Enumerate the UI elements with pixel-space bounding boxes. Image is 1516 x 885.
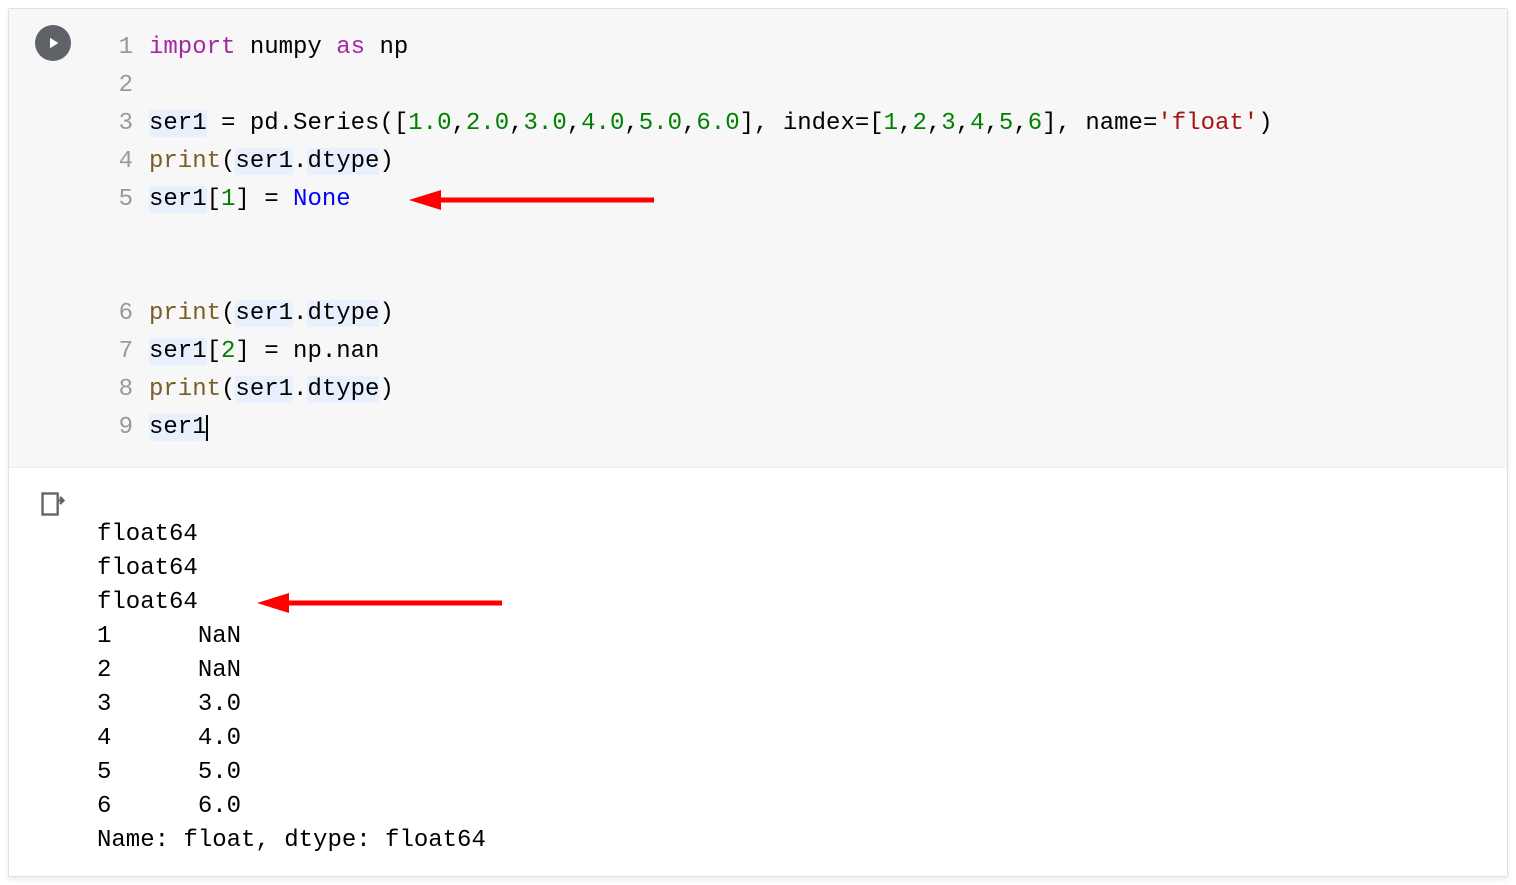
cell-output-area: float64 float64 float64 1 NaN 2 NaN 3 3.… [9,468,1507,876]
annotation-arrow-icon [247,588,507,618]
notebook-cell: 1 import numpy as np 2 3 ser1 = pd.Serie… [8,8,1508,877]
line-number: 1 [97,29,133,67]
output-row: 1 NaN [97,623,241,650]
output-line: float64 [97,521,198,548]
output-line: float64 [97,555,198,582]
output-row: 3 3.0 [97,691,241,718]
code-line: 7 ser1[2] = np.nan [97,333,1497,371]
output-line: float64 [97,589,198,616]
code-line: 1 import numpy as np [97,29,1497,67]
line-number: 5 [97,181,133,295]
code-editor[interactable]: 1 import numpy as np 2 3 ser1 = pd.Serie… [97,9,1507,467]
output-text: float64 float64 float64 1 NaN 2 NaN 3 3.… [97,484,1507,858]
line-number: 9 [97,409,133,447]
output-row: 4 4.0 [97,725,241,752]
code-line: 6 print(ser1.dtype) [97,295,1497,333]
play-icon [44,34,62,52]
line-number: 4 [97,143,133,181]
code-input-area[interactable]: 1 import numpy as np 2 3 ser1 = pd.Serie… [9,9,1507,468]
code-line: 4 print(ser1.dtype) [97,143,1497,181]
line-number: 6 [97,295,133,333]
code-line: 9 ser1 [97,409,1497,447]
line-number: 3 [97,105,133,143]
code-line: 8 print(ser1.dtype) [97,371,1497,409]
code-line: 5 ser1[1] = None [97,181,1497,295]
line-number: 8 [97,371,133,409]
run-cell-button[interactable] [35,25,71,61]
output-row: 6 6.0 [97,793,241,820]
output-gutter [9,484,97,858]
text-cursor [206,415,208,441]
code-line: 3 ser1 = pd.Series([1.0,2.0,3.0,4.0,5.0,… [97,105,1497,143]
code-line: 2 [97,67,1497,105]
annotation-arrow-icon [399,185,659,215]
output-indicator-icon [39,490,67,518]
run-gutter [9,9,97,467]
output-row: 2 NaN [97,657,241,684]
output-row: 5 5.0 [97,759,241,786]
output-footer: Name: float, dtype: float64 [97,827,486,854]
line-number: 7 [97,333,133,371]
line-number: 2 [97,67,133,105]
